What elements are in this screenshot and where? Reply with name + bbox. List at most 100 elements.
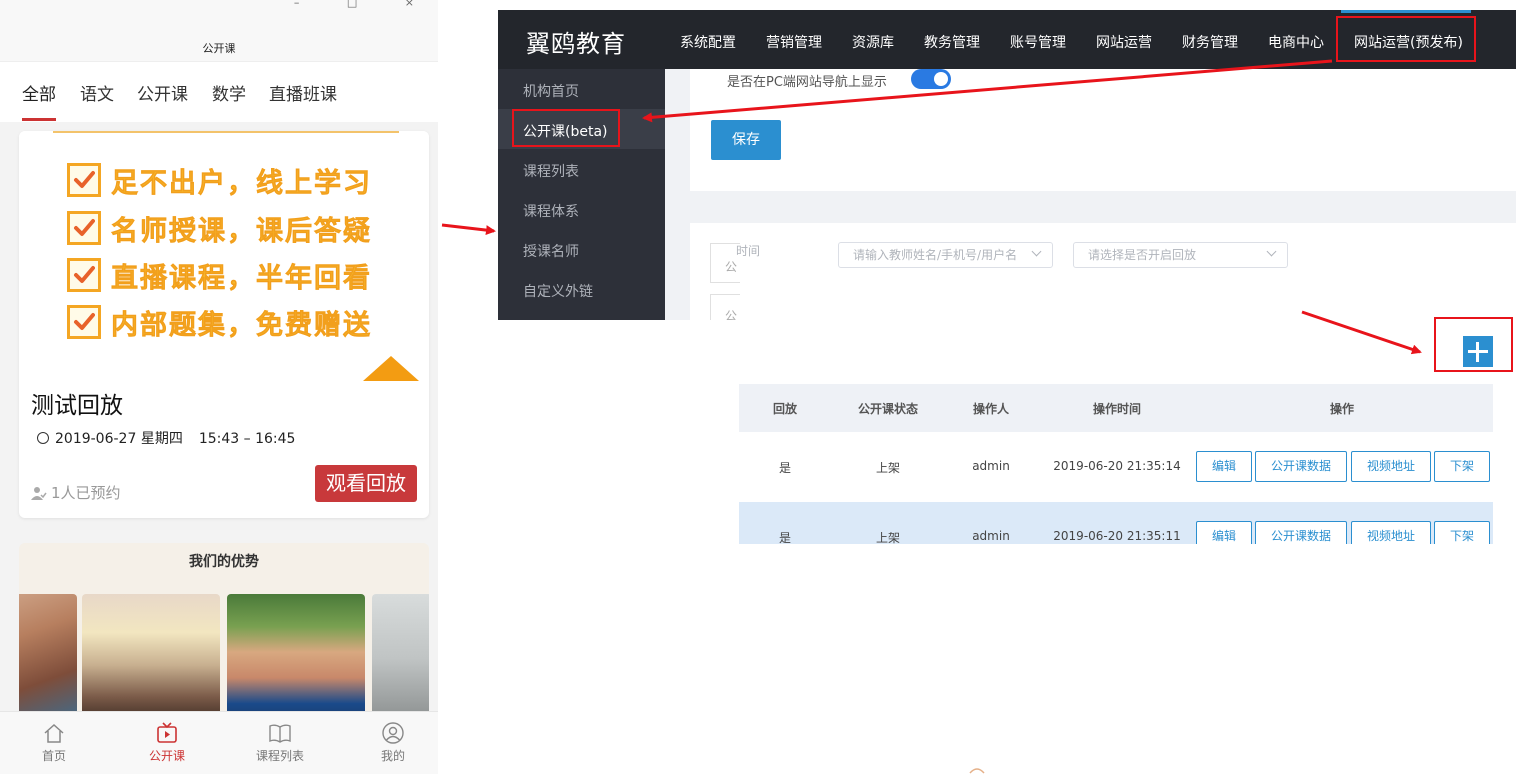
tv-play-icon	[157, 722, 177, 743]
brand-logo: 翼鸥教育	[526, 30, 626, 58]
sidebar-item-custom-links[interactable]: 自定义外链	[523, 281, 593, 301]
course-banner: 足不出户，线上学习 名师授课，课后答疑 直播课程，半年回看 内部题集，免费赠送	[19, 131, 429, 386]
table-header: 回放 公开课状态 操作人 操作时间 操作	[739, 384, 1493, 432]
edit-button[interactable]: 编辑	[1196, 451, 1252, 482]
nav-academic[interactable]: 教务管理	[924, 32, 980, 52]
col-time: 操作时间	[1092, 402, 1142, 416]
col-status: 公开课状态	[857, 402, 919, 416]
nav-home-label: 首页	[41, 749, 66, 763]
pc-nav-display-label: 是否在PC端网站导航上显示	[727, 75, 887, 90]
col-actions: 操作	[1329, 402, 1355, 416]
home-icon	[44, 723, 64, 743]
tab-open-class[interactable]: 公开课	[137, 80, 188, 105]
book-icon	[269, 724, 291, 743]
user-check-icon	[31, 486, 47, 500]
admin-sidebar: 机构首页 公开课(beta) 课程列表 课程体系 授课名师 自定义外链	[498, 69, 665, 320]
nav-open-class[interactable]: 公开课	[137, 722, 197, 764]
watch-replay-button[interactable]: 观看回放	[315, 465, 417, 502]
nav-system-config[interactable]: 系统配置	[680, 32, 736, 52]
feature-text: 直播课程，半年回看	[111, 263, 372, 295]
cell-replay: 是	[778, 531, 792, 544]
feature-text: 内部题集，免费赠送	[111, 310, 372, 342]
open-class-table: 回放 公开课状态 操作人 操作时间 操作 是 上架 admin 2019-06-…	[739, 384, 1493, 544]
nav-website-ops[interactable]: 网站运营	[1096, 32, 1152, 52]
nav-home[interactable]: 首页	[24, 722, 84, 764]
course-title: 测试回放	[31, 393, 123, 419]
active-tab-indicator	[22, 118, 56, 121]
nav-mine-label: 我的	[380, 749, 405, 763]
sidebar-item-course-system[interactable]: 课程体系	[523, 201, 579, 221]
course-weekday: 星期四	[140, 431, 183, 447]
tab-math[interactable]: 数学	[212, 80, 246, 105]
table-row: 是 上架 admin 2019-06-20 21:35:14 编辑 公开课数据 …	[739, 432, 1493, 502]
class-data-button[interactable]: 公开课数据	[1255, 521, 1347, 544]
cell-operator: admin	[972, 529, 1010, 543]
col-operator: 操作人	[972, 402, 1010, 416]
advantages-section: 我们的优势	[19, 543, 429, 723]
nav-course-list[interactable]: 课程列表	[250, 722, 310, 764]
video-url-button[interactable]: 视频地址	[1351, 521, 1431, 544]
class-data-button[interactable]: 公开课数据	[1255, 451, 1347, 482]
pc-nav-display-toggle[interactable]	[911, 69, 951, 89]
filter-stub[interactable]: 公	[710, 294, 740, 320]
nav-open-class-label: 公开课	[148, 749, 185, 763]
stray-mark	[968, 760, 986, 774]
booking-count: 1人已预约	[31, 482, 121, 503]
page-title: 公开课	[202, 42, 236, 55]
take-down-button[interactable]: 下架	[1434, 521, 1490, 544]
sidebar-item-course-list[interactable]: 课程列表	[523, 161, 579, 181]
sidebar-item-home[interactable]: 机构首页	[523, 81, 579, 101]
course-schedule: 2019-06-27 星期四 15:43 – 16:45	[37, 428, 295, 448]
chevron-down-icon	[1031, 246, 1042, 257]
edit-button[interactable]: 编辑	[1196, 521, 1252, 544]
highlight-nav-prerelease	[1336, 16, 1476, 62]
replay-filter-select[interactable]: 请选择是否开启回放	[1073, 242, 1288, 268]
user-icon	[382, 722, 404, 744]
category-tabs: 全部 语文 公开课 数学 直播班课	[0, 62, 438, 122]
active-nav-indicator	[1341, 10, 1471, 13]
feature-text: 名师授课，课后答疑	[111, 216, 372, 248]
nav-accounts[interactable]: 账号管理	[1010, 32, 1066, 52]
advantages-title: 我们的优势	[189, 554, 259, 570]
mobile-app-screen: – □ × 公开课 全部 语文 公开课 数学 直播班课 足不出户，线上学习 名师…	[0, 0, 438, 774]
sidebar-item-teachers[interactable]: 授课名师	[523, 241, 579, 261]
highlight-sidebar-open-class	[512, 109, 620, 147]
advantage-photo	[227, 594, 365, 723]
table-row: 是 上架 admin 2019-06-20 21:35:11 编辑 公开课数据 …	[739, 502, 1493, 544]
course-date: 2019-06-27	[55, 431, 137, 447]
teacher-search-select[interactable]: 请输入教师姓名/手机号/用户名	[838, 242, 1053, 268]
filter-panel: 公 时间 请输入教师姓名/手机号/用户名 请选择是否开启回放 公	[690, 223, 1516, 320]
advantage-photo	[372, 594, 429, 723]
course-card[interactable]: 足不出户，线上学习 名师授课，课后答疑 直播课程，半年回看 内部题集，免费赠送 …	[19, 131, 429, 518]
chevron-down-icon	[1266, 246, 1277, 257]
checkbox-check-icon	[67, 305, 101, 339]
course-time-range: 15:43 – 16:45	[198, 431, 296, 447]
video-url-button[interactable]: 视频地址	[1351, 451, 1431, 482]
save-button[interactable]: 保存	[711, 120, 781, 160]
tab-live-class[interactable]: 直播班课	[269, 80, 337, 105]
col-replay: 回放	[772, 402, 798, 416]
checkbox-check-icon	[67, 163, 101, 197]
nav-ecommerce[interactable]: 电商中心	[1268, 32, 1324, 52]
take-down-button[interactable]: 下架	[1434, 451, 1490, 482]
cell-operator: admin	[972, 459, 1010, 473]
arrow-to-admin	[441, 223, 496, 236]
triangle-decoration-icon	[363, 356, 419, 381]
nav-mine[interactable]: 我的	[363, 722, 423, 764]
nav-marketing[interactable]: 营销管理	[766, 32, 822, 52]
tab-chinese[interactable]: 语文	[80, 80, 114, 105]
advantage-photo	[19, 594, 77, 723]
bottom-navigation: 首页 公开课 课程列表 我的	[0, 711, 438, 774]
nav-course-list-label: 课程列表	[255, 749, 304, 763]
clock-icon	[37, 432, 49, 444]
feature-text: 足不出户，线上学习	[111, 168, 372, 200]
tab-all[interactable]: 全部	[22, 80, 56, 105]
nav-resources[interactable]: 资源库	[852, 32, 894, 52]
booking-count-text: 1人已预约	[51, 484, 121, 502]
cell-status: 上架	[875, 461, 901, 475]
cell-replay: 是	[778, 461, 792, 475]
add-plus-icon[interactable]	[1463, 336, 1493, 367]
cell-status: 上架	[875, 531, 901, 544]
window-controls[interactable]: – □ ×	[294, 0, 436, 9]
nav-finance[interactable]: 财务管理	[1182, 32, 1238, 52]
